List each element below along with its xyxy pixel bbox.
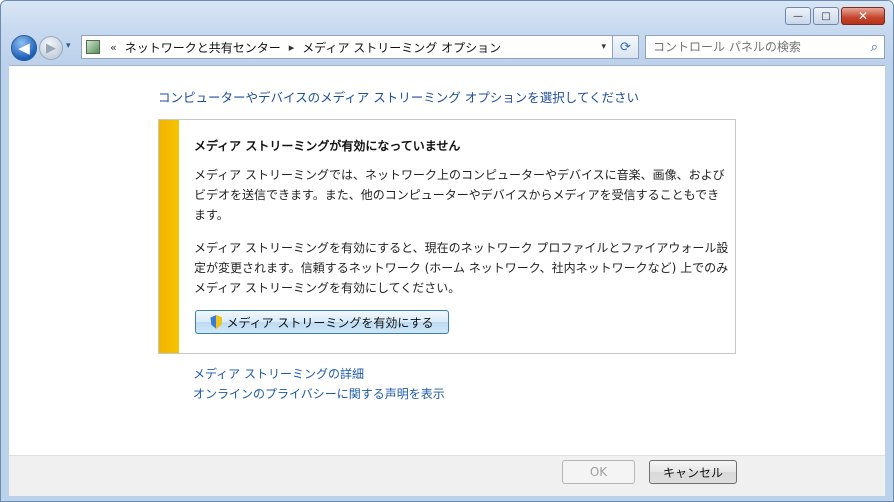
dialog-footer: OK キャンセル [9, 455, 885, 496]
page-heading: コンピューターやデバイスのメディア ストリーミング オプションを選択してください [158, 90, 639, 105]
breadcrumb-network-center[interactable]: ネットワークと共有センター [123, 39, 283, 56]
address-dropdown-icon[interactable]: ▾ [601, 42, 606, 52]
streaming-disabled-panel: メディア ストリーミングが有効になっていません メディア ストリーミングでは、ネ… [158, 119, 736, 354]
search-box[interactable]: ⌕ [645, 35, 885, 59]
control-panel-icon [86, 40, 100, 54]
forward-button[interactable]: ▶ [39, 36, 63, 60]
search-icon[interactable]: ⌕ [871, 40, 878, 55]
enable-media-streaming-button[interactable]: メディア ストリーミングを有効にする [195, 310, 449, 334]
refresh-icon: ⟳ [620, 39, 631, 55]
cancel-button[interactable]: キャンセル [649, 460, 737, 484]
ok-button[interactable]: OK [562, 460, 635, 484]
back-button[interactable]: ◀ [11, 35, 37, 61]
breadcrumb-media-streaming[interactable]: メディア ストリーミング オプション [300, 39, 503, 56]
media-streaming-details-link[interactable]: メディア ストリーミングの詳細 [193, 365, 364, 382]
description-paragraph: メディア ストリーミングでは、ネットワーク上のコンピューターやデバイスに音楽、画… [194, 168, 725, 222]
breadcrumb-separator-icon[interactable]: ▸ [289, 41, 295, 54]
control-panel-window: — □ ✕ ◀ ▶ ▾ « ネットワークと共有センター ▸ メディア ストリーミ… [0, 0, 894, 502]
panel-title: メディア ストリーミングが有効になっていません [194, 139, 461, 153]
warning-paragraph: メディア ストリーミングを有効にすると、現在のネットワーク プロファイルとファイ… [194, 241, 729, 295]
enable-button-label: メディア ストリーミングを有効にする [226, 315, 434, 330]
search-input[interactable] [653, 40, 853, 54]
warning-bar [159, 120, 179, 353]
minimize-button[interactable]: — [785, 7, 811, 25]
recent-pages-button[interactable]: ▾ [66, 41, 71, 51]
back-arrow-icon: ◀ [18, 39, 30, 57]
content-area: コンピューターやデバイスのメディア ストリーミング オプションを選択してください… [9, 65, 885, 456]
forward-arrow-icon: ▶ [46, 40, 56, 56]
maximize-button[interactable]: □ [813, 7, 839, 25]
close-button[interactable]: ✕ [841, 7, 885, 25]
uac-shield-icon [210, 315, 223, 329]
privacy-statement-link[interactable]: オンラインのプライバシーに関する声明を表示 [193, 385, 445, 402]
breadcrumb-overflow-button[interactable]: « [110, 41, 117, 54]
caption-buttons: — □ ✕ [785, 7, 885, 25]
address-bar[interactable]: « ネットワークと共有センター ▸ メディア ストリーミング オプション ▾ [81, 35, 613, 59]
refresh-button[interactable]: ⟳ [613, 35, 639, 59]
